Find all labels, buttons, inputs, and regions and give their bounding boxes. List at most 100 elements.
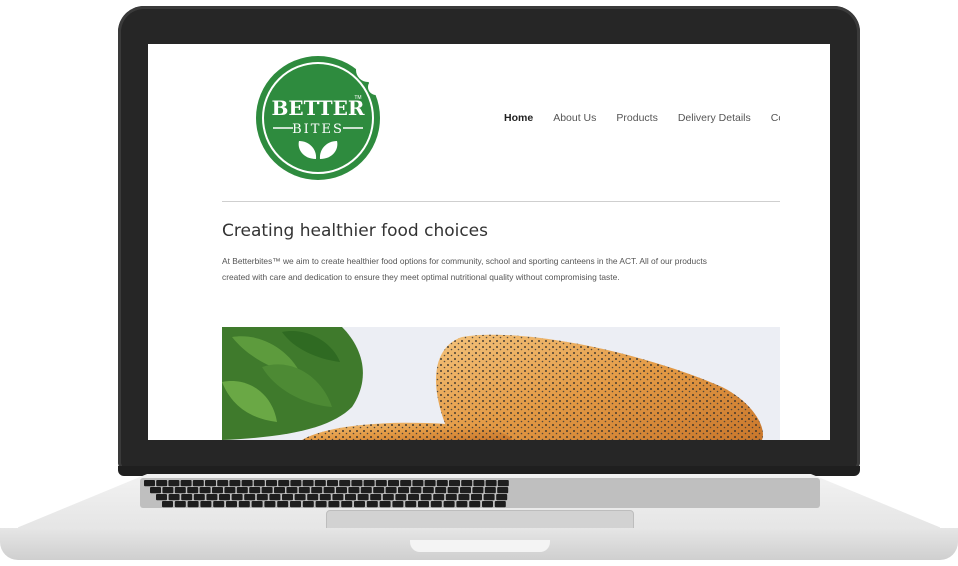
logo-trademark: TM xyxy=(354,95,361,101)
keyboard-key xyxy=(461,480,473,487)
keyboard-key xyxy=(193,494,205,501)
keyboard-key xyxy=(400,480,412,487)
keyboard-key xyxy=(282,494,293,501)
keyboard-key xyxy=(323,487,335,494)
nav-products[interactable]: Products xyxy=(616,112,657,124)
keyboard xyxy=(140,478,820,508)
keyboard-key xyxy=(382,494,394,501)
laptop-screen: BETTER TM BITES Home About Us Products D… xyxy=(148,44,830,440)
keyboard-key xyxy=(458,494,470,501)
keyboard-key xyxy=(278,480,290,487)
keyboard-key xyxy=(471,494,482,501)
intro-paragraph: At Betterbites™ we aim to create healthi… xyxy=(222,253,822,285)
keyboard-key xyxy=(360,487,372,494)
keyboard-key xyxy=(256,494,268,501)
keyboard-key xyxy=(485,480,497,487)
keyboard-key xyxy=(229,480,241,487)
hero-image xyxy=(222,327,780,440)
keyboard-key xyxy=(379,501,391,508)
keyboard-key xyxy=(231,494,243,501)
keyboard-key xyxy=(424,480,436,487)
keyboard-key xyxy=(302,501,314,508)
keyboard-key xyxy=(420,494,432,501)
keyboard-key xyxy=(354,501,365,508)
keyboard-key xyxy=(144,480,155,487)
keyboard-key xyxy=(212,487,223,494)
keyboard-key xyxy=(341,501,353,508)
keyboard-key xyxy=(373,487,385,494)
keyboard-key xyxy=(456,501,468,508)
nav-home[interactable]: Home xyxy=(504,112,533,124)
keyboard-key xyxy=(336,487,347,494)
keyboard-key xyxy=(392,501,404,508)
keyboard-key xyxy=(205,480,216,487)
keyboard-key xyxy=(433,494,445,501)
keyboard-key xyxy=(274,487,285,494)
better-bites-logo[interactable]: BETTER TM BITES xyxy=(255,55,381,181)
logo-bottom-text: BITES xyxy=(292,122,344,137)
logo-top-text: BETTER xyxy=(271,96,364,120)
nav-delivery-details[interactable]: Delivery Details xyxy=(678,112,751,124)
keyboard-key xyxy=(162,501,173,508)
keyboard-key xyxy=(302,480,314,487)
keyboard-key xyxy=(370,494,382,501)
keyboard-key xyxy=(266,480,277,487)
keyboard-key xyxy=(307,494,319,501)
keyboard-key xyxy=(286,487,298,494)
keyboard-key xyxy=(187,501,199,508)
keyboard-key xyxy=(497,487,509,494)
keyboard-key xyxy=(244,494,256,501)
main-nav: Home About Us Products Delivery Details … xyxy=(504,112,813,124)
keyboard-key xyxy=(339,480,351,487)
keyboard-key xyxy=(405,501,417,508)
keyboard-key xyxy=(345,494,356,501)
keyboard-key xyxy=(290,480,302,487)
keyboard-key xyxy=(436,480,448,487)
keyboard-key xyxy=(217,480,229,487)
keyboard-key xyxy=(238,501,250,508)
keyboard-key xyxy=(327,480,338,487)
keyboard-key xyxy=(219,494,230,501)
keyboard-key xyxy=(375,480,387,487)
keyboard-key xyxy=(472,487,484,494)
keyboard-key xyxy=(332,494,344,501)
nav-about-us[interactable]: About Us xyxy=(553,112,596,124)
website: BETTER TM BITES Home About Us Products D… xyxy=(148,44,830,440)
keyboard-key xyxy=(408,494,419,501)
keyboard-key xyxy=(298,487,310,494)
intro-line-2: created with care and dedication to ensu… xyxy=(222,272,620,282)
keyboard-key xyxy=(156,494,167,501)
keyboard-key xyxy=(348,487,360,494)
keyboard-key xyxy=(388,480,399,487)
keyboard-key xyxy=(236,487,248,494)
keyboard-key xyxy=(249,487,261,494)
keyboard-key xyxy=(328,501,340,508)
keyboard-key xyxy=(398,487,409,494)
keyboard-key xyxy=(187,487,199,494)
keyboard-key xyxy=(482,501,493,508)
keyboard-key xyxy=(496,494,508,501)
keyboard-key xyxy=(385,487,397,494)
keyboard-key xyxy=(351,480,363,487)
keyboard-key xyxy=(319,494,331,501)
keyboard-key xyxy=(460,487,471,494)
keyboard-key xyxy=(269,494,281,501)
keyboard-key xyxy=(469,501,481,508)
keyboard-key xyxy=(253,480,265,487)
keyboard-key xyxy=(435,487,447,494)
keyboard-key xyxy=(473,480,485,487)
keyboard-key xyxy=(261,487,273,494)
keyboard-key xyxy=(168,494,180,501)
keyboard-key xyxy=(180,480,192,487)
keyboard-key xyxy=(150,487,161,494)
keyboard-key xyxy=(192,480,204,487)
keyboard-key xyxy=(224,487,236,494)
keyboard-key xyxy=(357,494,369,501)
keyboard-key xyxy=(314,480,326,487)
keyboard-key xyxy=(363,480,375,487)
keyboard-key xyxy=(418,501,429,508)
pastry-photo xyxy=(222,327,780,440)
keyboard-key xyxy=(311,487,323,494)
keyboard-key xyxy=(315,501,327,508)
keyboard-key xyxy=(410,487,422,494)
